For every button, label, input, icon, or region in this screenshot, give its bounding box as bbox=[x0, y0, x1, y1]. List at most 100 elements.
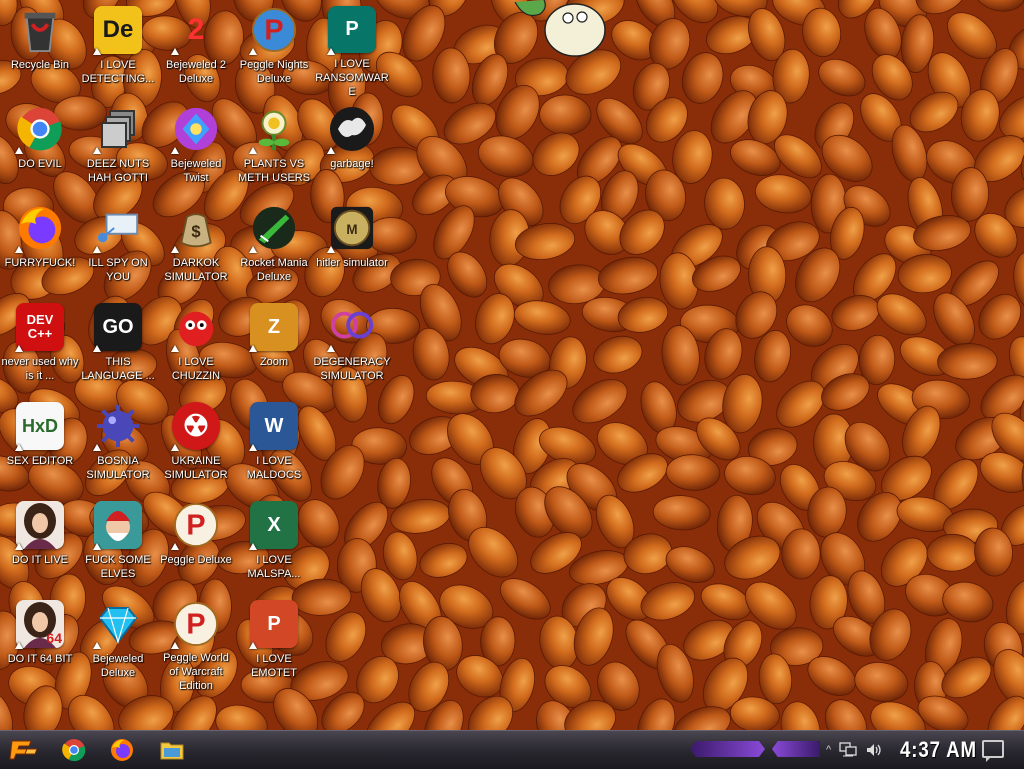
taskbar-file-explorer-button[interactable] bbox=[156, 735, 188, 765]
desktop-icon-portrait[interactable]: DO IT LIVE bbox=[1, 495, 79, 594]
svg-text:P: P bbox=[186, 608, 205, 640]
volume-icon[interactable] bbox=[865, 742, 883, 758]
desktop-icon-stack[interactable]: DEEZ NUTS HAH GOTTI bbox=[79, 99, 157, 198]
bin-icon bbox=[16, 6, 64, 54]
desktop-icon-peggle[interactable]: P Peggle Deluxe bbox=[157, 495, 235, 594]
twist-icon bbox=[172, 105, 220, 153]
svg-text:P: P bbox=[264, 15, 283, 47]
desktop-icon-pegglewow[interactable]: P Peggle World of Warcraft Edition bbox=[157, 594, 235, 693]
desktop-icon-twist[interactable]: Bejeweled Twist bbox=[157, 99, 235, 198]
taskbar-clock[interactable]: 4:37 AM bbox=[900, 737, 977, 763]
desktop-icon-mine[interactable]: BOSNIA SIMULATOR bbox=[79, 396, 157, 495]
desktop-icon-label: Peggle World of Warcraft Edition bbox=[163, 652, 229, 692]
shortcut-arrow-icon bbox=[171, 444, 179, 451]
desktop-icon-chrome[interactable]: DO EVIL bbox=[1, 99, 79, 198]
shortcut-arrow-icon bbox=[249, 642, 257, 649]
tray-overflow-chevron-icon[interactable]: ^ bbox=[826, 744, 831, 756]
desktop-icon-goland[interactable]: GO THIS LANGUAGE ... bbox=[79, 297, 157, 396]
desktop-icon-gem[interactable]: Bejeweled Deluxe bbox=[79, 594, 157, 693]
taskbar: ^ 4:37 AM bbox=[0, 730, 1024, 769]
desktop-icon-garbage[interactable]: garbage! bbox=[313, 99, 391, 198]
desktop-icon-hxd[interactable]: HxD SEX EDITOR bbox=[1, 396, 79, 495]
desktop-icon-network[interactable]: ILL SPY ON YOU bbox=[79, 198, 157, 297]
desktop-icon-label: SEX EDITOR bbox=[6, 455, 74, 467]
desktop-icon-chuzzle[interactable]: I LOVE CHUZZIN bbox=[157, 297, 235, 396]
shortcut-arrow-icon bbox=[327, 246, 335, 253]
desktop-icon-grid: Recycle Bin DO EVIL FURRYFUCK! DEV C++ never… bbox=[0, 0, 401, 730]
desktop-icon-label: DEEZ NUTS HAH GOTTI bbox=[86, 158, 150, 184]
desktop-icon-label: I LOVE MALDOCS bbox=[246, 455, 302, 481]
shortcut-arrow-icon bbox=[93, 642, 101, 649]
desktop-icon-label: DEGENERACY SIMULATOR bbox=[313, 356, 391, 382]
desktop-icon-money[interactable]: $ DARKOK SIMULATOR bbox=[157, 198, 235, 297]
desktop-icon-zuma[interactable]: Z Zoom bbox=[235, 297, 313, 396]
shortcut-arrow-icon bbox=[15, 147, 23, 154]
taskbar-firefox-button[interactable] bbox=[106, 735, 138, 765]
desktop-icon-label: Bejeweled Twist bbox=[170, 158, 222, 184]
shortcut-arrow-icon bbox=[249, 345, 257, 352]
chrome-icon bbox=[16, 105, 64, 153]
shortcut-arrow-icon bbox=[15, 543, 23, 550]
start-button[interactable] bbox=[4, 734, 44, 766]
desktop-icon-word[interactable]: W I LOVE MALDOCS bbox=[235, 396, 313, 495]
network-icon bbox=[94, 204, 142, 252]
shortcut-arrow-icon bbox=[249, 444, 257, 451]
shortcut-arrow-icon bbox=[15, 642, 23, 649]
desktop-icon-label: FUCK SOME ELVES bbox=[85, 554, 151, 580]
action-center-icon[interactable] bbox=[982, 740, 1004, 762]
desktop-icon-firefox[interactable]: FURRYFUCK! bbox=[1, 198, 79, 297]
desktop-icon-devcpp[interactable]: DEV C++ never used why is it ... bbox=[1, 297, 79, 396]
desktop-icon-label: I LOVE MALSPA... bbox=[247, 554, 301, 580]
shortcut-arrow-icon bbox=[171, 48, 179, 55]
shortcut-arrow-icon bbox=[171, 345, 179, 352]
money-icon: $ bbox=[172, 204, 220, 252]
shortcut-arrow-icon bbox=[171, 147, 179, 154]
desktop-icon-nuke[interactable]: ☢ UKRAINE SIMULATOR bbox=[157, 396, 235, 495]
svg-text:P: P bbox=[186, 510, 205, 542]
desktop-icon-coin[interactable]: Mhitler simulator bbox=[313, 198, 391, 297]
shortcut-arrow-icon bbox=[15, 345, 23, 352]
bean-shape bbox=[781, 528, 821, 580]
desktop-icon-bin[interactable]: Recycle Bin bbox=[1, 0, 79, 99]
ppt-icon: P bbox=[250, 600, 298, 648]
firefox-icon bbox=[111, 739, 133, 761]
taskbar-chrome-button[interactable] bbox=[58, 735, 90, 765]
bej2-icon: 2 bbox=[187, 13, 205, 46]
desktop-icon-label: DO IT 64 BIT bbox=[7, 653, 73, 665]
desktop-icon-santa[interactable]: FUCK SOME ELVES bbox=[79, 495, 157, 594]
goland-icon: GO bbox=[94, 303, 142, 351]
shortcut-arrow-icon bbox=[15, 246, 23, 253]
santa-icon bbox=[94, 501, 142, 549]
shortcut-arrow-icon bbox=[93, 543, 101, 550]
shortcut-arrow-icon bbox=[171, 642, 179, 649]
shortcut-arrow-icon bbox=[93, 444, 101, 451]
shortcut-arrow-icon bbox=[327, 147, 335, 154]
desktop-icon-rocket[interactable]: Rocket Mania Deluxe bbox=[235, 198, 313, 297]
desktop-icon-excel[interactable]: X I LOVE MALSPA... bbox=[235, 495, 313, 594]
desktop-icon-portrait64[interactable]: 64 DO IT 64 BIT bbox=[1, 594, 79, 693]
desktop-icon-de[interactable]: De I LOVE DETECTING... bbox=[79, 0, 157, 99]
desktop-icon-label: I LOVE EMOTET bbox=[251, 653, 297, 679]
desktop-icon-bej2[interactable]: 2 Bejeweled 2 Deluxe bbox=[157, 0, 235, 99]
garbage-icon bbox=[328, 105, 376, 153]
desktop-icon-label: garbage! bbox=[330, 158, 374, 170]
desktop-icon-label: Peggle Nights Deluxe bbox=[239, 59, 309, 85]
desktop-icon-pvz[interactable]: PLANTS VS METH USERS bbox=[235, 99, 313, 198]
shortcut-arrow-icon bbox=[171, 543, 179, 550]
portrait-icon bbox=[16, 501, 64, 549]
desktop-icon-label: THIS LANGUAGE ... bbox=[81, 356, 155, 382]
network-icon[interactable] bbox=[839, 742, 857, 758]
desktop-icon-label: Recycle Bin bbox=[10, 59, 70, 71]
shortcut-arrow-icon bbox=[327, 48, 335, 55]
coin-icon: M bbox=[328, 204, 376, 252]
desktop-icon-publisher[interactable]: P I LOVE RANSOMWARE bbox=[313, 0, 391, 99]
shortcut-arrow-icon bbox=[93, 246, 101, 253]
devcpp-icon: DEV C++ bbox=[16, 303, 64, 351]
desktop-icon-label: I LOVE RANSOMWARE bbox=[315, 58, 389, 98]
de-icon: De bbox=[94, 6, 142, 54]
desktop-icon-pegglen[interactable]: P Peggle Nights Deluxe bbox=[235, 0, 313, 99]
desktop-icon-degen[interactable]: DEGENERACY SIMULATOR bbox=[313, 297, 391, 396]
desktop-icon-ppt[interactable]: P I LOVE EMOTET bbox=[235, 594, 313, 693]
mine-icon bbox=[94, 402, 142, 450]
desktop-icon-label: Zoom bbox=[259, 356, 289, 368]
